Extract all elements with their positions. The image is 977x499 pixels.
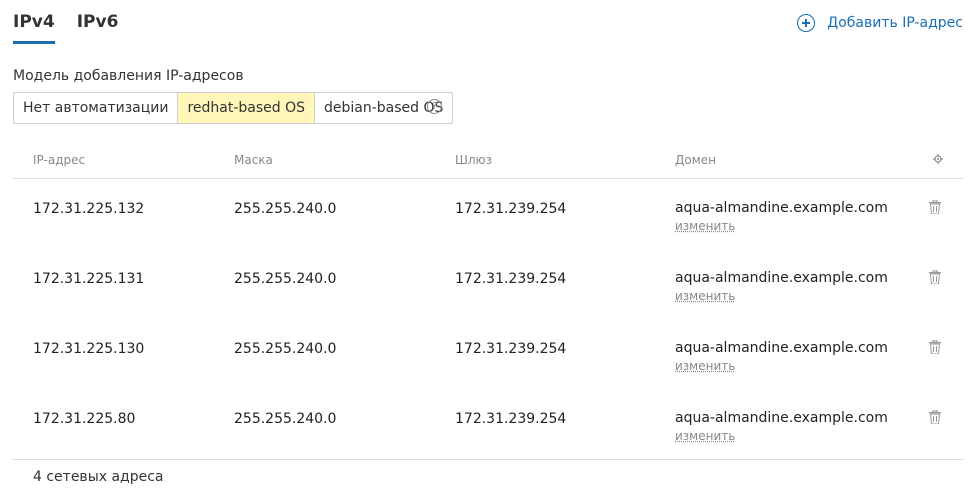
add-ip-button[interactable]: Добавить IP-адрес [797, 14, 963, 32]
tab-ipv4[interactable]: IPv4 [13, 8, 55, 44]
tab-ipv6[interactable]: IPv6 [77, 8, 119, 44]
ip-cell: 172.31.225.130 [33, 341, 145, 357]
change-domain-link[interactable]: изменить [675, 359, 735, 373]
help-icon[interactable]: ? [427, 99, 442, 114]
gear-icon[interactable] [933, 154, 943, 164]
change-domain-link[interactable]: изменить [675, 289, 735, 303]
gateway-cell: 172.31.239.254 [455, 201, 567, 217]
table-row[interactable]: 172.31.225.131 255.255.240.0 172.31.239.… [13, 249, 963, 319]
table-footer-divider [13, 459, 963, 460]
domain-cell: aqua-almandine.example.com [675, 340, 888, 356]
change-domain-link[interactable]: изменить [675, 219, 735, 233]
ip-cell: 172.31.225.132 [33, 201, 145, 217]
header-mask: Маска [234, 153, 273, 167]
model-option-redhat[interactable]: redhat-based OS [177, 93, 315, 123]
table-header: IP-адрес Маска Шлюз Домен [13, 145, 963, 179]
mask-cell: 255.255.240.0 [234, 271, 337, 287]
mask-cell: 255.255.240.0 [234, 411, 337, 427]
mask-cell: 255.255.240.0 [234, 341, 337, 357]
protocol-tabs: IPv4 IPv6 [13, 8, 118, 44]
table-row[interactable]: 172.31.225.130 255.255.240.0 172.31.239.… [13, 319, 963, 389]
table-row[interactable]: 172.31.225.80 255.255.240.0 172.31.239.2… [13, 389, 963, 459]
domain-cell: aqua-almandine.example.com [675, 200, 888, 216]
trash-icon[interactable] [929, 270, 941, 284]
domain-cell: aqua-almandine.example.com [675, 410, 888, 426]
model-selector: Нет автоматизации redhat-based OS debian… [13, 92, 454, 124]
header-ip: IP-адрес [33, 153, 86, 167]
model-label: Модель добавления IP-адресов [13, 68, 244, 84]
mask-cell: 255.255.240.0 [234, 201, 337, 217]
change-domain-link[interactable]: изменить [675, 429, 735, 443]
gateway-cell: 172.31.239.254 [455, 411, 567, 427]
add-ip-label: Добавить IP-адрес [827, 15, 963, 31]
address-count: 4 сетевых адреса [33, 469, 164, 485]
ip-cell: 172.31.225.80 [33, 411, 136, 427]
trash-icon[interactable] [929, 410, 941, 424]
table-row[interactable]: 172.31.225.132 255.255.240.0 172.31.239.… [13, 179, 963, 249]
model-option-none[interactable]: Нет автоматизации [14, 93, 177, 123]
plus-circle-icon [797, 14, 816, 32]
gateway-cell: 172.31.239.254 [455, 341, 567, 357]
header-gateway: Шлюз [455, 153, 492, 167]
gateway-cell: 172.31.239.254 [455, 271, 567, 287]
header-domain: Домен [675, 153, 716, 167]
domain-cell: aqua-almandine.example.com [675, 270, 888, 286]
trash-icon[interactable] [929, 200, 941, 214]
ip-cell: 172.31.225.131 [33, 271, 145, 287]
trash-icon[interactable] [929, 340, 941, 354]
